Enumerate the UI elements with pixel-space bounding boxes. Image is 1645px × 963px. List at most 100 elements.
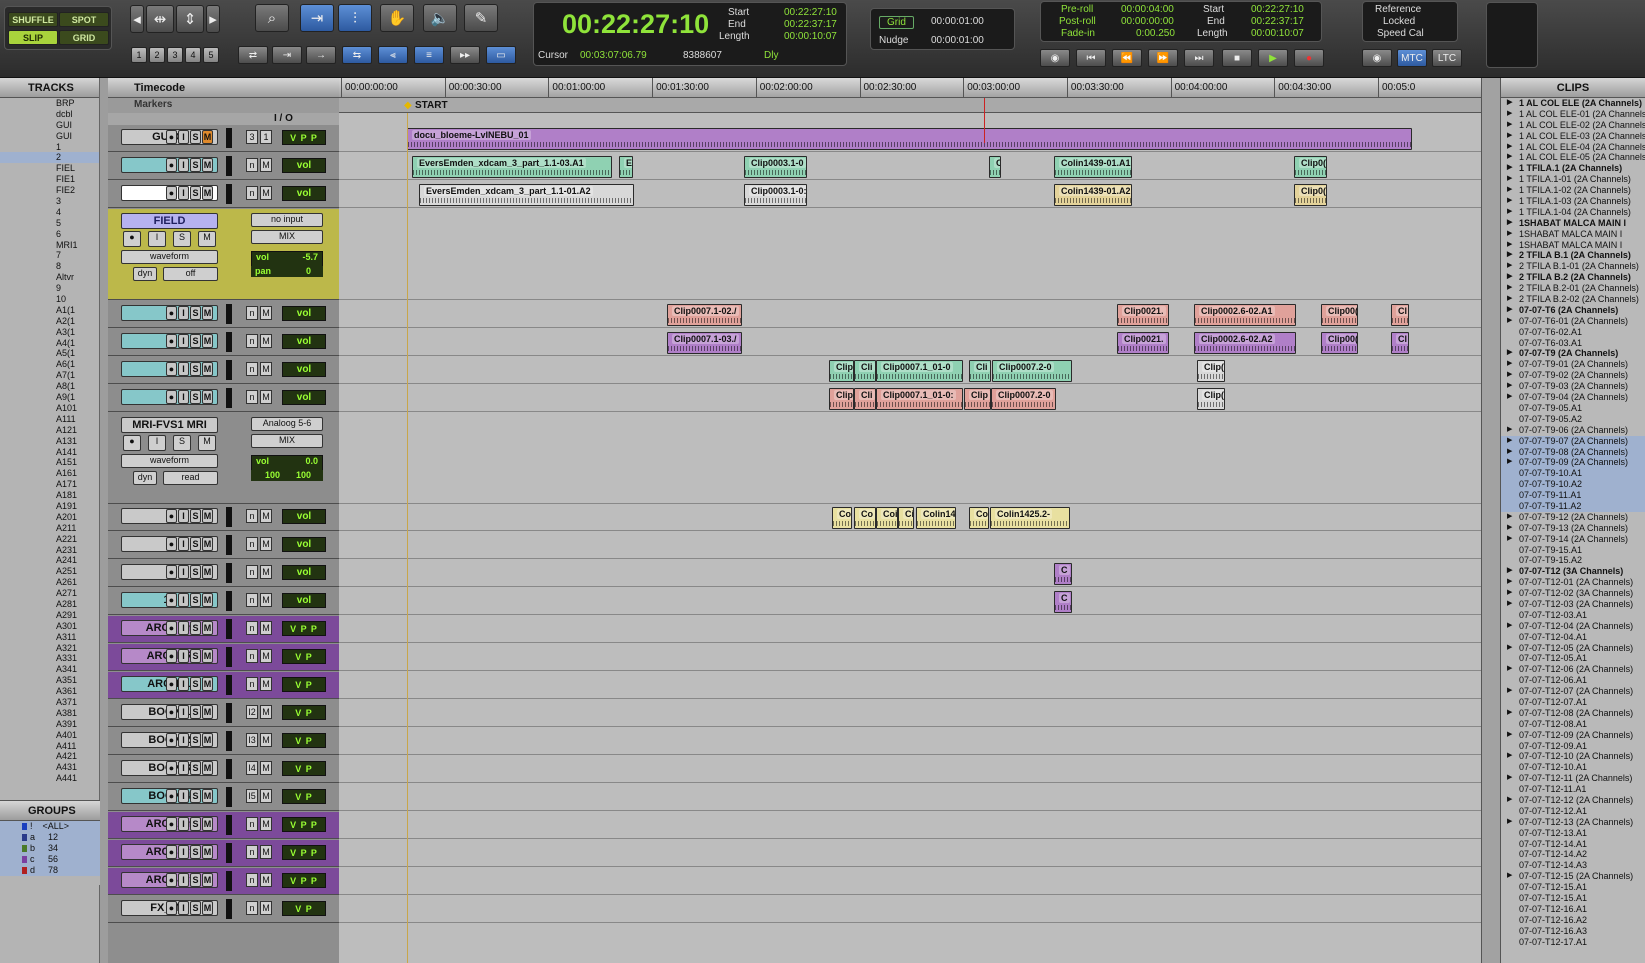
io-button-b[interactable]: M xyxy=(260,537,272,551)
track-list-item[interactable]: A9(1 xyxy=(0,392,99,403)
preroll-label[interactable]: Pre-roll xyxy=(1061,4,1093,15)
io-button-b[interactable]: M xyxy=(260,761,272,775)
slip-mode-button[interactable]: SLIP xyxy=(8,30,58,45)
selector-tool-icon[interactable]: ⫶ xyxy=(338,4,372,32)
clip-list-item[interactable]: 07-07-T12-11.A1 xyxy=(1501,784,1645,795)
audio-clip[interactable]: Clip00( xyxy=(1321,304,1358,326)
group-item[interactable]: a 12 xyxy=(0,832,100,843)
io-button-a[interactable]: n xyxy=(246,509,258,523)
track-header[interactable]: FIELD ● I S Mwaveform dyn off no input MIX vol -5.… xyxy=(108,209,339,300)
go-to-end-icon[interactable]: ⏭ xyxy=(1184,49,1214,67)
scroll-icon[interactable]: ▸▸ xyxy=(450,46,480,64)
io-button-a[interactable]: n xyxy=(246,306,258,320)
output-selector[interactable]: MIX xyxy=(251,434,323,448)
track-volume-button[interactable]: vol xyxy=(282,565,326,580)
record-button[interactable]: ● xyxy=(166,362,177,376)
record-button[interactable]: ● xyxy=(166,130,177,144)
track-list-item[interactable]: A381 xyxy=(0,708,99,719)
audio-clip[interactable]: E\ xyxy=(619,156,633,178)
audio-clip[interactable]: C xyxy=(989,156,1001,178)
clip-list-item[interactable]: ▶ 1 TFILA.1-04 (2A Channels) xyxy=(1501,207,1645,218)
clip-list-item[interactable]: 07-07-T12-16.A2 xyxy=(1501,915,1645,926)
track-lane[interactable] xyxy=(339,209,1481,300)
track-list-item[interactable]: A441 xyxy=(0,773,99,784)
track-list-item[interactable]: 5 xyxy=(0,218,99,229)
track-list-scrollbar[interactable] xyxy=(100,78,108,963)
audio-clip[interactable]: C xyxy=(1054,563,1072,585)
clip-list-item[interactable]: 07-07-T12-16.A1 xyxy=(1501,904,1645,915)
track-list-item[interactable]: A3(1 xyxy=(0,327,99,338)
track-list-item[interactable]: GUI xyxy=(0,120,99,131)
mute-button[interactable]: M xyxy=(202,621,213,635)
io-button-a[interactable]: n xyxy=(246,677,258,691)
io-button-b[interactable]: M xyxy=(260,677,272,691)
group-item[interactable]: ! <ALL> xyxy=(0,821,100,832)
clip-list-item[interactable]: 07-07-T9-05.A2 xyxy=(1501,414,1645,425)
audio-clip[interactable]: Cli xyxy=(854,388,876,410)
audio-clip[interactable]: Clip0003.1-0 xyxy=(744,156,807,178)
zoom-out-button[interactable]: ◂ xyxy=(130,5,144,33)
solo-button[interactable]: S xyxy=(190,390,201,404)
expand-triangle-icon[interactable]: ▶ xyxy=(1507,566,1512,577)
io-button-a[interactable]: n xyxy=(246,362,258,376)
clip-list-item[interactable]: ▶ 07-07-T12-08 (2A Channels) xyxy=(1501,708,1645,719)
track-lane[interactable] xyxy=(339,301,1481,328)
solo-button[interactable]: S xyxy=(190,158,201,172)
input-button[interactable]: I xyxy=(178,621,189,635)
input-button[interactable]: I xyxy=(178,306,189,320)
mute-button[interactable]: M xyxy=(202,677,213,691)
solo-button[interactable]: S xyxy=(190,621,201,635)
record-button[interactable]: ● xyxy=(166,158,177,172)
track-header[interactable]: ARCH3st●ISMnMV P P xyxy=(108,840,339,867)
track-list-item[interactable]: MRI1 xyxy=(0,240,99,251)
io-button-a[interactable]: n xyxy=(246,390,258,404)
zoom-preset-3[interactable]: 3 xyxy=(167,47,183,63)
track-list-item[interactable]: A111 xyxy=(0,414,99,425)
io-button-a[interactable]: n xyxy=(246,158,258,172)
clip-list-item[interactable]: ▶ 07-07-T9-08 (2A Channels) xyxy=(1501,446,1645,458)
track-lane[interactable] xyxy=(339,532,1481,559)
io-button-a[interactable]: n xyxy=(246,649,258,663)
audio-clip[interactable]: Clip xyxy=(829,388,854,410)
track-header[interactable]: BOOK 2●ISMI3MV P xyxy=(108,728,339,755)
zoom-preset-5[interactable]: 5 xyxy=(203,47,219,63)
grid-button[interactable]: Grid xyxy=(879,16,914,29)
mute-button[interactable]: M xyxy=(202,537,213,551)
clip-list-item[interactable]: ▶ 1 AL COL ELE-03 (2A Channels) xyxy=(1501,131,1645,142)
track-list-item[interactable]: A4(1 xyxy=(0,338,99,349)
expand-triangle-icon[interactable]: ▶ xyxy=(1507,381,1512,392)
io-button-a[interactable]: n xyxy=(246,845,258,859)
track-list-item[interactable]: FIEL xyxy=(0,163,99,174)
horizontal-zoom-icon[interactable]: ⇹ xyxy=(146,5,174,33)
track-header[interactable]: 5●ISMnMvol xyxy=(108,357,339,384)
input-button[interactable]: I xyxy=(178,537,189,551)
clip-list-item[interactable]: ▶ 1SHABAT MALCA MAIN I xyxy=(1501,240,1645,251)
clip-list-item[interactable]: 07-07-T6-03.A1 xyxy=(1501,338,1645,349)
io-button-a[interactable]: n xyxy=(246,593,258,607)
track-list-item[interactable]: A271 xyxy=(0,588,99,599)
track-volume-button[interactable]: V P xyxy=(282,789,326,804)
clip-list-item[interactable]: ▶ 07-07-T9-09 (2A Channels) xyxy=(1501,457,1645,469)
record-button[interactable]: ● xyxy=(166,537,177,551)
audio-clip[interactable]: C xyxy=(1054,591,1072,613)
audio-clip[interactable]: Co xyxy=(854,507,876,529)
grabber-tool-icon[interactable]: ✋ xyxy=(380,4,414,32)
input-button[interactable]: I xyxy=(178,390,189,404)
mute-button[interactable]: M xyxy=(202,761,213,775)
pan-readout[interactable]: pan 0 xyxy=(251,266,323,277)
solo-button[interactable]: S xyxy=(190,362,201,376)
expand-triangle-icon[interactable]: ▶ xyxy=(1507,370,1512,381)
clip-list-item[interactable]: ▶ 1SHABAT MALCA MAIN I xyxy=(1501,218,1645,229)
io-button-a[interactable]: I2 xyxy=(246,705,258,719)
input-button[interactable]: I xyxy=(178,130,189,144)
track-list-item[interactable]: A8(1 xyxy=(0,381,99,392)
expand-triangle-icon[interactable]: ▶ xyxy=(1507,185,1512,196)
track-header[interactable]: ARCH1R●ISMnMV P xyxy=(108,644,339,671)
timeline-scrollbar[interactable] xyxy=(1481,78,1500,963)
expand-triangle-icon[interactable]: ▶ xyxy=(1507,174,1512,185)
nudge-value[interactable]: 00:00:01:00 xyxy=(931,35,984,46)
audio-clip[interactable]: Clip0( xyxy=(1294,184,1327,206)
audio-clip[interactable]: Clip0002.6-02.A2 xyxy=(1194,332,1296,354)
io-button-b[interactable]: M xyxy=(260,649,272,663)
track-volume-button[interactable]: V P xyxy=(282,705,326,720)
